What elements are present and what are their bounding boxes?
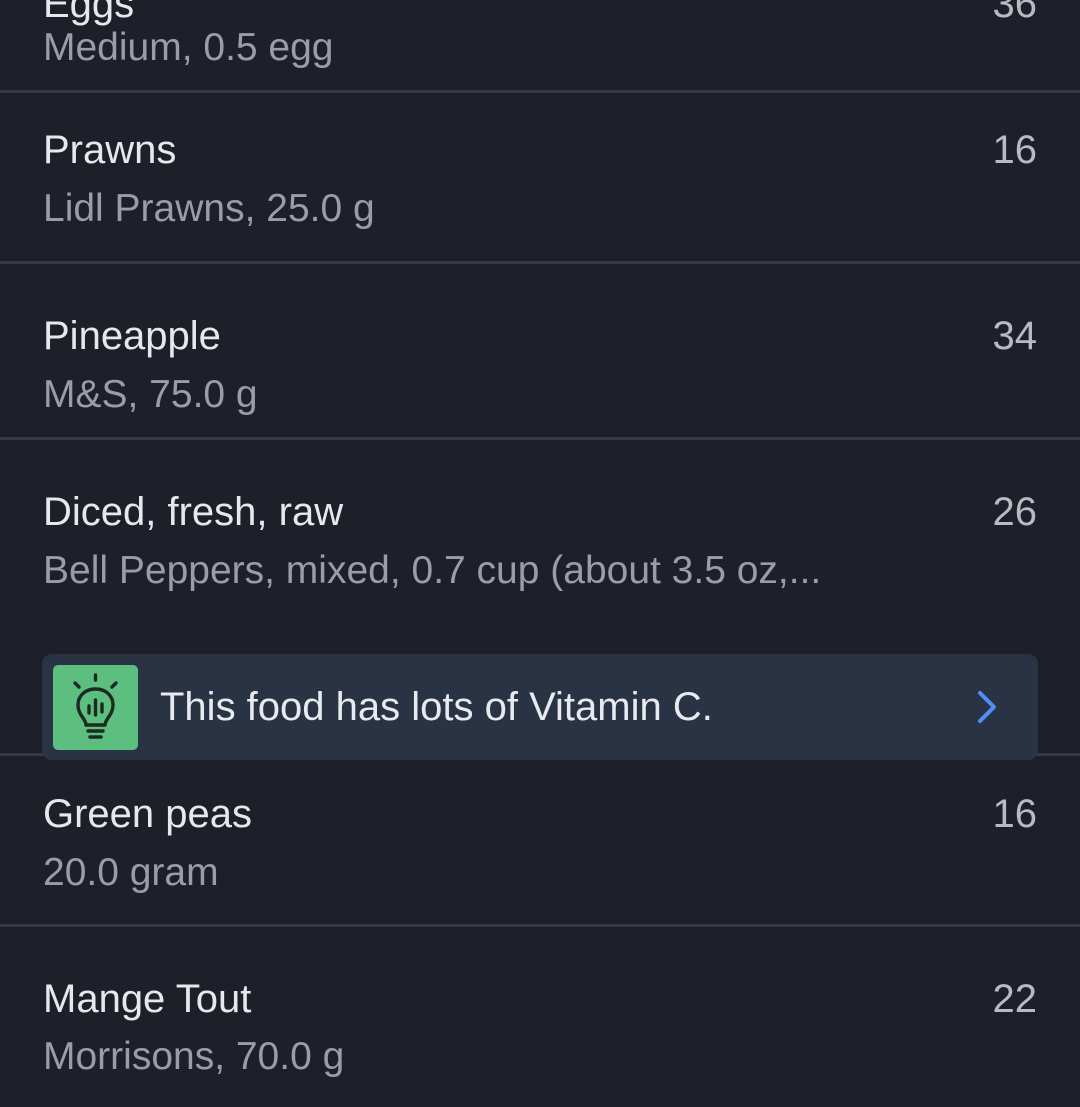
- food-name: Prawns: [43, 128, 177, 172]
- nutrition-tip-banner[interactable]: This food has lots of Vitamin C.: [42, 654, 1038, 760]
- food-name: Green peas: [43, 792, 253, 836]
- food-detail: Medium, 0.5 egg: [43, 26, 334, 69]
- food-detail: 20.0 gram: [43, 851, 219, 894]
- food-entry-pineapple[interactable]: Pineapple 34 M&S, 75.0 g: [0, 264, 1080, 440]
- food-detail: Morrisons, 70.0 g: [43, 1035, 345, 1078]
- calorie-count: 16: [992, 128, 1038, 172]
- tip-message: This food has lots of Vitamin C.: [160, 685, 713, 729]
- food-entry-eggs[interactable]: Eggs 36 Medium, 0.5 egg: [0, 0, 1080, 93]
- food-detail: Lidl Prawns, 25.0 g: [43, 187, 375, 230]
- food-name: Diced, fresh, raw: [43, 490, 344, 534]
- food-name: Pineapple: [43, 314, 221, 358]
- food-entry-prawns[interactable]: Prawns 16 Lidl Prawns, 25.0 g: [0, 93, 1080, 264]
- calorie-count: 36: [992, 0, 1038, 26]
- chevron-right-icon: [976, 690, 998, 729]
- calorie-count: 34: [992, 314, 1038, 358]
- food-log-list: Eggs 36 Medium, 0.5 egg Prawns 16 Lidl P…: [0, 0, 1080, 1107]
- calorie-count: 16: [992, 792, 1038, 836]
- calorie-count: 22: [992, 977, 1038, 1021]
- food-entry-green-peas[interactable]: Green peas 16 20.0 gram: [0, 756, 1080, 927]
- food-entry-mange-tout[interactable]: Mange Tout 22 Morrisons, 70.0 g: [0, 927, 1080, 1107]
- lightbulb-icon: [53, 665, 138, 750]
- food-name: Mange Tout: [43, 977, 252, 1021]
- food-detail: M&S, 75.0 g: [43, 373, 258, 416]
- food-detail: Bell Peppers, mixed, 0.7 cup (about 3.5 …: [43, 549, 822, 592]
- calorie-count: 26: [992, 490, 1038, 534]
